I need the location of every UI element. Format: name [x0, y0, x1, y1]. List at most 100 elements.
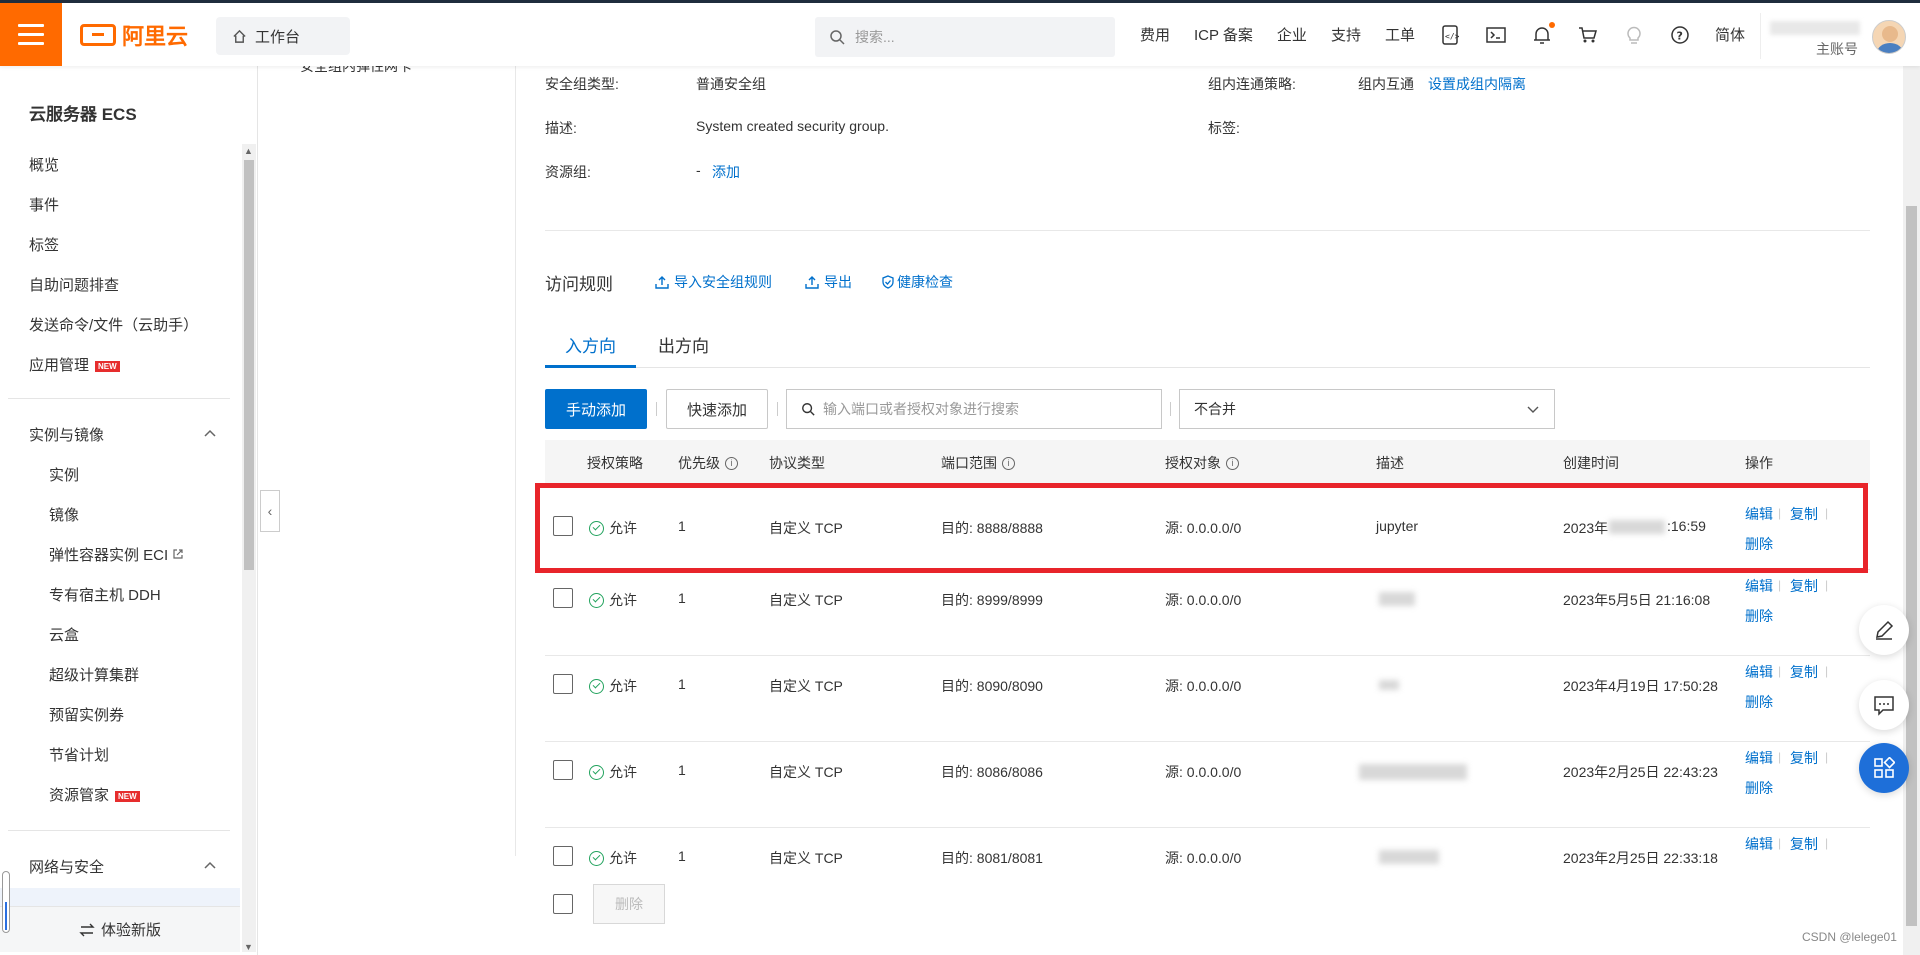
- export-button[interactable]: 导出: [805, 272, 852, 292]
- sidebar-item-supercomputing[interactable]: 超级计算集群: [49, 664, 139, 685]
- edit-link[interactable]: 编辑: [1745, 834, 1773, 854]
- priority-cell: 1: [678, 762, 686, 778]
- global-search-input[interactable]: 搜索...: [815, 17, 1115, 57]
- apps-grid-button[interactable]: [1859, 743, 1909, 793]
- bell-icon[interactable]: [1531, 21, 1555, 46]
- sidebar-item-cloudbox[interactable]: 云盒: [49, 624, 79, 645]
- feedback-edit-button[interactable]: [1859, 605, 1909, 655]
- scroll-down-arrow[interactable]: ▼: [244, 942, 253, 952]
- priority-cell: 1: [678, 848, 686, 864]
- copy-link[interactable]: 复制: [1790, 662, 1818, 682]
- sidebar-item-overview[interactable]: 概览: [29, 154, 59, 175]
- nav-billing[interactable]: 费用: [1140, 24, 1170, 45]
- sidebar-item-reserved[interactable]: 预留实例券: [49, 704, 124, 725]
- sidebar-item-resource-manager[interactable]: 资源管家 NEW: [49, 784, 140, 805]
- terminal-icon[interactable]: [1485, 24, 1507, 46]
- policy-cell: 允许: [589, 676, 637, 696]
- avatar[interactable]: [1872, 20, 1906, 54]
- set-isolation-link[interactable]: 设置成组内隔离: [1428, 74, 1526, 94]
- nav-ticket[interactable]: 工单: [1385, 24, 1415, 45]
- rule-search-input[interactable]: 输入端口或者授权对象进行搜索: [786, 389, 1162, 429]
- manual-add-button[interactable]: 手动添加: [545, 389, 647, 429]
- policy-text: 允许: [609, 592, 637, 608]
- lightbulb-icon[interactable]: [1623, 24, 1645, 46]
- col-desc-label: 描述: [1376, 455, 1404, 471]
- port-cell: 目的: 8086/8086: [941, 764, 1043, 780]
- account-menu[interactable]: 主账号: [1760, 13, 1910, 59]
- edit-link[interactable]: 编辑: [1745, 662, 1773, 682]
- top-bar: 阿里云 工作台 搜索... 费用 ICP 备案 企业 支持 工单 </> ? 简…: [0, 0, 1920, 66]
- sidebar-scroll-thumb[interactable]: [244, 160, 254, 570]
- row-checkbox[interactable]: [553, 674, 573, 694]
- workbench-button[interactable]: 工作台: [216, 17, 350, 55]
- sidebar-item-instance[interactable]: 实例: [49, 464, 79, 485]
- sidebar-item-events[interactable]: 事件: [29, 194, 59, 215]
- import-rules-button[interactable]: 导入安全组规则: [655, 272, 772, 292]
- delete-link[interactable]: 删除: [1745, 606, 1773, 626]
- sidebar-group-instances[interactable]: 实例与镜像: [29, 424, 104, 445]
- sidebar-item-tags[interactable]: 标签: [29, 234, 59, 255]
- cart-icon[interactable]: [1577, 24, 1599, 46]
- scroll-up-arrow[interactable]: ▲: [244, 146, 253, 156]
- copy-link[interactable]: 复制: [1790, 834, 1818, 854]
- health-check-button[interactable]: 健康检查: [881, 272, 953, 292]
- edge-drag-handle[interactable]: [2, 871, 10, 933]
- batch-delete-button[interactable]: 删除: [593, 884, 665, 924]
- info-icon[interactable]: i: [1002, 456, 1015, 470]
- protocol-cell: 自定义 TCP: [769, 592, 843, 608]
- table-row: 允许 1 自定义 TCP 目的: 8086/8086 源: 0.0.0.0/0 …: [545, 742, 1870, 828]
- nav-enterprise[interactable]: 企业: [1277, 24, 1307, 45]
- account-name-redacted: [1770, 21, 1860, 35]
- add-resource-group-link[interactable]: 添加: [712, 162, 740, 182]
- col-port-label: 端口范围: [941, 455, 997, 471]
- copy-link[interactable]: 复制: [1790, 748, 1818, 768]
- nav-support[interactable]: 支持: [1331, 24, 1361, 45]
- code-api-icon[interactable]: </>: [1439, 24, 1461, 46]
- chevron-up-icon[interactable]: [204, 860, 216, 872]
- language-switch[interactable]: 简体: [1715, 24, 1745, 45]
- sidebar-item-ddh[interactable]: 专有宿主机 DDH: [49, 584, 161, 605]
- sidebar-title: 云服务器 ECS: [29, 105, 137, 124]
- edit-link[interactable]: 编辑: [1745, 576, 1773, 596]
- copy-link[interactable]: 复制: [1790, 576, 1818, 596]
- row-checkbox[interactable]: [553, 760, 573, 780]
- policy-text: 允许: [609, 764, 637, 780]
- sidebar-item-image[interactable]: 镜像: [49, 504, 79, 525]
- try-new-version-button[interactable]: 体验新版: [0, 906, 240, 952]
- main-scroll-thumb[interactable]: [1906, 206, 1917, 926]
- check-circle-icon: [589, 850, 604, 866]
- select-all-checkbox[interactable]: [553, 894, 573, 914]
- delete-link[interactable]: 删除: [1745, 778, 1773, 798]
- sidebar-item-troubleshoot[interactable]: 自助问题排查: [29, 274, 119, 295]
- sidebar-scrollbar[interactable]: ▲ ▼: [242, 144, 256, 952]
- policy-cell: 允许: [589, 590, 637, 610]
- delete-link[interactable]: 删除: [1745, 692, 1773, 712]
- redacted-desc: [1379, 592, 1415, 606]
- info-icon[interactable]: i: [1226, 456, 1239, 470]
- main-scrollbar[interactable]: [1903, 66, 1920, 955]
- aliyun-logo[interactable]: 阿里云: [80, 21, 188, 49]
- sidebar-item-cloud-assistant[interactable]: 发送命令/文件（云助手）: [29, 314, 198, 335]
- help-icon[interactable]: ?: [1669, 24, 1691, 46]
- check-circle-icon: [589, 678, 604, 694]
- desc-label: 描述:: [545, 120, 577, 136]
- collapse-sidebar-button[interactable]: ‹: [260, 490, 280, 532]
- chat-button[interactable]: [1859, 680, 1909, 730]
- row-checkbox[interactable]: [553, 588, 573, 608]
- redacted-desc: [1379, 680, 1399, 690]
- edit-link[interactable]: 编辑: [1745, 748, 1773, 768]
- sidebar-item-app-management[interactable]: 应用管理 NEW: [29, 354, 120, 375]
- chevron-up-icon[interactable]: [204, 428, 216, 440]
- nav-icp[interactable]: ICP 备案: [1194, 24, 1253, 45]
- merge-select[interactable]: 不合并: [1179, 389, 1555, 429]
- info-icon[interactable]: i: [725, 456, 738, 470]
- sidebar-item-security-group-active[interactable]: [0, 888, 240, 908]
- sidebar-group-network[interactable]: 网络与安全: [29, 856, 104, 877]
- sidebar-item-eci[interactable]: 弹性容器实例 ECI: [49, 544, 184, 565]
- quick-add-button[interactable]: 快速添加: [666, 389, 768, 429]
- hamburger-menu-button[interactable]: [0, 3, 62, 66]
- sidebar-item-savings[interactable]: 节省计划: [49, 744, 109, 765]
- tab-inbound[interactable]: 入方向: [545, 332, 636, 368]
- row-checkbox[interactable]: [553, 846, 573, 866]
- tab-outbound[interactable]: 出方向: [638, 332, 729, 368]
